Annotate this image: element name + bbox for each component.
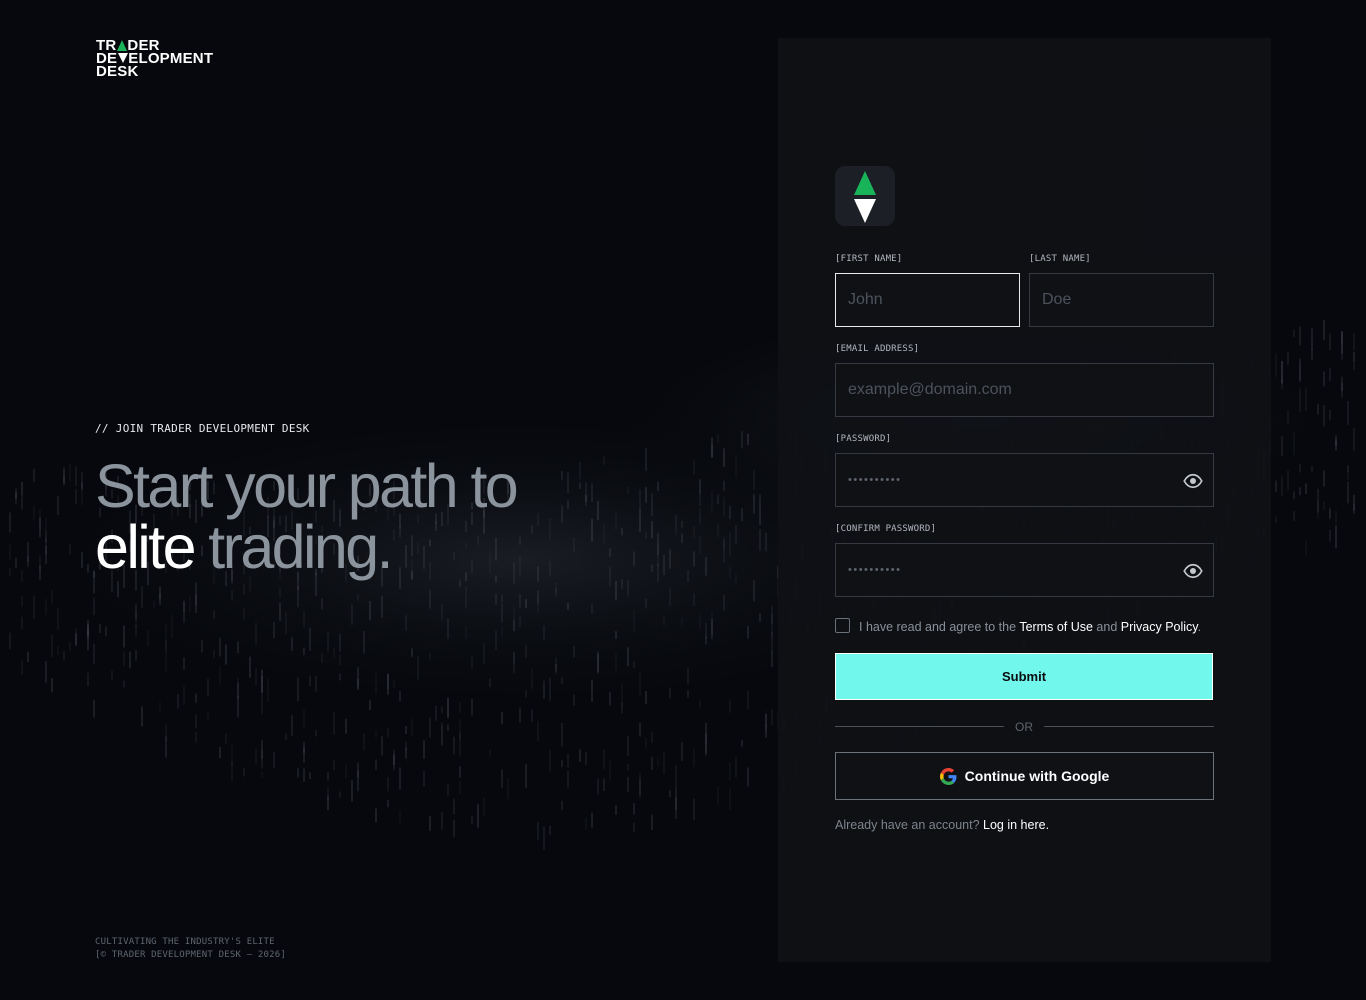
confirm-password-field[interactable]: ••••••••••: [835, 543, 1214, 597]
email-label: [EMAIL ADDRESS]: [835, 344, 920, 354]
down-arrow-icon: [854, 199, 876, 223]
divider-label: OR: [1015, 720, 1033, 734]
password-label: [PASSWORD]: [835, 434, 892, 444]
last-name-label: [LAST NAME]: [1029, 254, 1091, 264]
headline-emphasis: elite: [95, 513, 197, 581]
terms-of-use-link[interactable]: Terms of Use: [1019, 620, 1093, 634]
divider-line-right: [1044, 726, 1214, 727]
agree-middle: and: [1092, 620, 1121, 634]
agree-checkbox[interactable]: [835, 618, 850, 633]
submit-button[interactable]: Submit: [835, 653, 1213, 700]
up-arrow-icon: [854, 171, 876, 195]
page-footer: CULTIVATING THE INDUSTRY'S ELITE [© TRAD…: [95, 936, 286, 962]
divider-line-left: [835, 726, 1004, 727]
password-field[interactable]: ••••••••••: [835, 453, 1214, 507]
last-name-field-wrapper: [1029, 273, 1214, 327]
logo-up-arrow-icon: [116, 40, 127, 51]
agree-text: I have read and agree to the Terms of Us…: [859, 620, 1201, 634]
app-logo-icon: [835, 166, 895, 226]
login-link[interactable]: Log in here.: [983, 818, 1049, 832]
google-button-label: Continue with Google: [964, 768, 1110, 784]
logo-down-arrow-icon: [117, 53, 128, 63]
confirm-password-mask: ••••••••••: [848, 564, 902, 576]
google-icon: [939, 767, 957, 785]
last-name-field[interactable]: [1030, 274, 1213, 326]
confirm-password-label: [CONFIRM PASSWORD]: [835, 524, 937, 534]
login-prompt-text: Already have an account?: [835, 818, 984, 832]
agree-prefix: I have read and agree to the: [859, 620, 1020, 634]
footer-copyright: [© TRADER DEVELOPMENT DESK — 2026]: [95, 950, 287, 960]
headline-rest: trading.: [193, 513, 393, 581]
login-prompt: Already have an account? Log in here.: [835, 818, 1049, 832]
first-name-field-wrapper: [835, 273, 1020, 327]
agree-suffix: .: [1197, 620, 1202, 634]
password-mask: ••••••••••: [848, 474, 902, 486]
eye-icon[interactable]: [1183, 561, 1203, 581]
email-field[interactable]: [836, 364, 1213, 416]
first-name-field[interactable]: [836, 274, 1019, 326]
eye-icon[interactable]: [1183, 471, 1203, 491]
footer-tagline: CULTIVATING THE INDUSTRY'S ELITE: [95, 937, 275, 947]
brand-logo[interactable]: TR DER DE ELOPMENT DESK: [96, 38, 213, 79]
email-field-wrapper: [835, 363, 1214, 417]
first-name-label: [FIRST NAME]: [835, 254, 903, 264]
headline-line-2: elite trading.: [95, 517, 516, 578]
hero-headline: Start your path to elite trading.: [95, 452, 519, 578]
privacy-policy-link[interactable]: Privacy Policy: [1121, 620, 1198, 634]
google-signin-button[interactable]: Continue with Google: [835, 752, 1214, 800]
hero-eyebrow: // JOIN TRADER DEVELOPMENT DESK: [95, 422, 310, 435]
headline-line-1: Start your path to: [95, 452, 519, 520]
